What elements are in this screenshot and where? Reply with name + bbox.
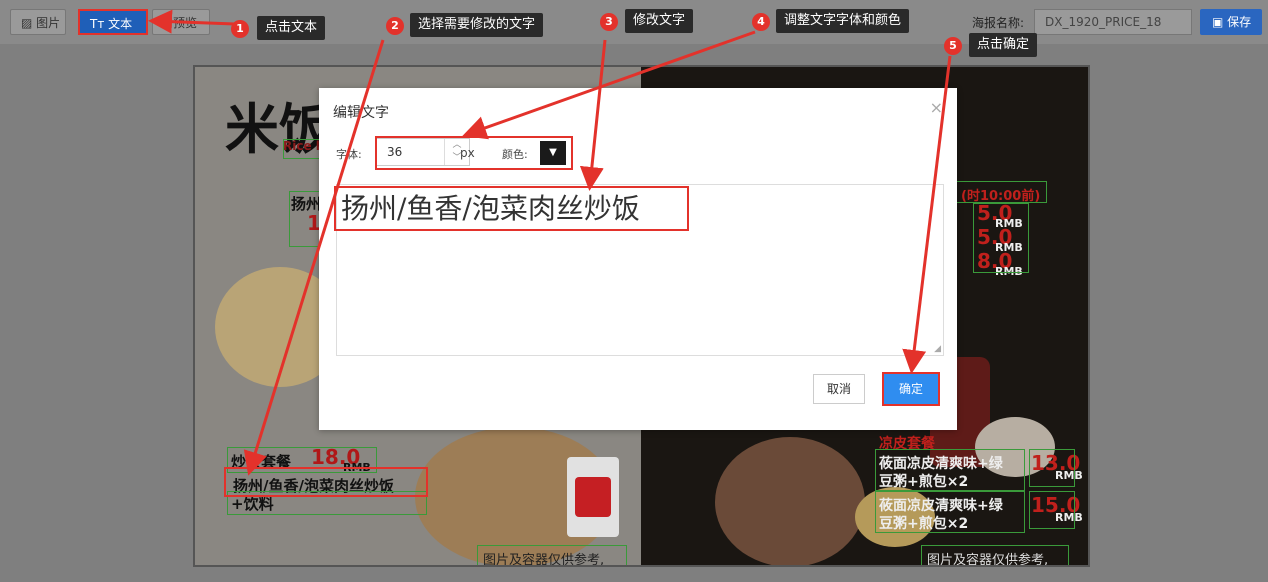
step-4-badge: 4 (752, 13, 770, 31)
cancel-button[interactable]: 取消 (813, 374, 865, 404)
font-size-label: 字体: (336, 148, 362, 161)
noodle-plate-image (715, 437, 865, 565)
selected-text-highlight (224, 467, 428, 497)
text-box-outline (875, 491, 1025, 533)
step-3-tip: 修改文字 (625, 9, 694, 33)
step-2-tip: 选择需要修改的文字 (410, 13, 544, 37)
font-controls-highlight (375, 136, 573, 170)
save-icon: ▣ (1212, 15, 1228, 29)
confirm-button[interactable]: 确定 (882, 372, 940, 406)
step-2-badge: 2 (386, 17, 404, 35)
cola-logo-image (575, 477, 611, 517)
step-3-badge: 3 (600, 13, 618, 31)
step-1-badge: 1 (231, 20, 249, 38)
image-icon: ▨ (21, 16, 37, 30)
step-4-tip: 调整文字字体和颜色 (776, 9, 910, 33)
image-button[interactable]: ▨ 图片 (10, 9, 66, 35)
step-5-tip: 点击确定 (969, 33, 1038, 57)
poster-name-input[interactable]: DX_1920_PRICE_18 (1034, 9, 1192, 35)
preview-button[interactable]: 预览 (152, 9, 210, 35)
text-box-outline (973, 203, 1029, 273)
text-box-outline (477, 545, 627, 565)
text-box-outline (1029, 449, 1075, 487)
step-1-tip: 点击文本 (257, 16, 326, 40)
text-area-highlight (334, 186, 689, 231)
text-box-outline (875, 449, 1025, 491)
text-box-outline (921, 545, 1069, 565)
dialog-title: 编辑文字 (333, 105, 389, 121)
close-icon[interactable]: × (930, 98, 943, 117)
step-5-badge: 5 (944, 37, 962, 55)
save-button[interactable]: ▣ 保存 (1200, 9, 1262, 35)
text-button[interactable]: Tт 文本 (78, 9, 148, 35)
resize-handle-icon[interactable]: ◢ (934, 344, 941, 354)
poster-name-label: 海报名称: (972, 16, 1025, 30)
text-box-outline (1029, 491, 1075, 529)
